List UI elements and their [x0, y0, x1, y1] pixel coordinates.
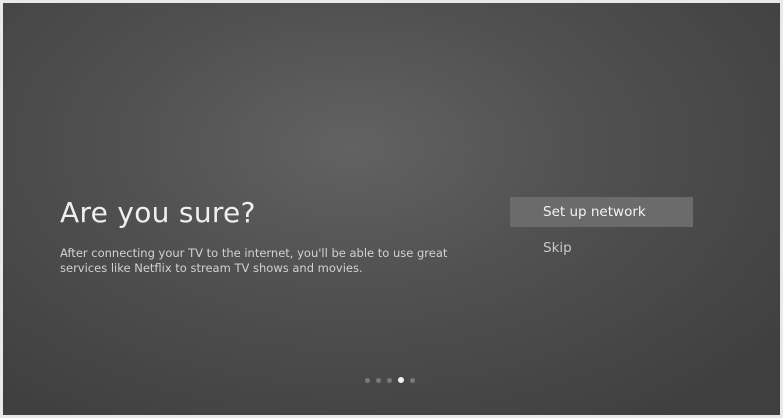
page-dot	[387, 377, 392, 383]
skip-button[interactable]: Skip	[510, 233, 693, 263]
options-list: Set up network Skip	[510, 197, 693, 263]
page-dot-active	[398, 377, 404, 383]
page-indicator	[365, 377, 415, 383]
page-description: After connecting your TV to the internet…	[60, 246, 480, 276]
description-line: After connecting your TV to the internet…	[60, 246, 448, 260]
tv-setup-screen: Are you sure? After connecting your TV t…	[0, 0, 783, 418]
page-dot	[376, 377, 381, 383]
page-dot	[410, 377, 415, 383]
page-dot	[365, 377, 370, 383]
page-title: Are you sure?	[60, 196, 256, 229]
description-line: services like Netflix to stream TV shows…	[60, 261, 363, 275]
set-up-network-button[interactable]: Set up network	[510, 197, 693, 227]
